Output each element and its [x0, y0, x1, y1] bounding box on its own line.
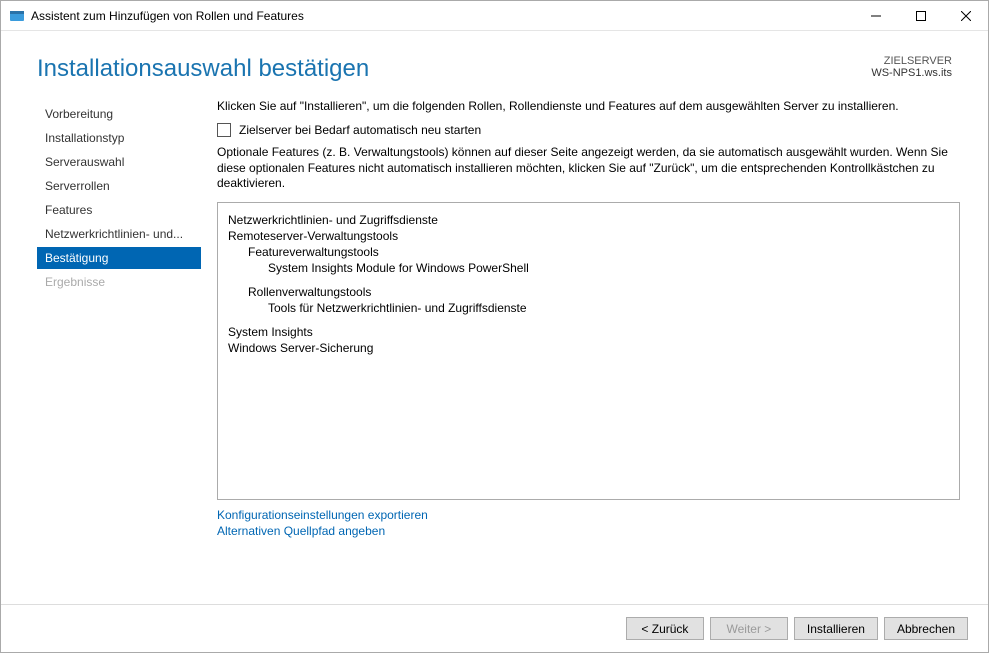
- server-name: WS-NPS1.ws.its: [871, 67, 952, 79]
- sidebar-item-label: Features: [45, 203, 92, 217]
- sidebar: Vorbereitung Installationstyp Serverausw…: [1, 95, 201, 576]
- feature-item: Windows Server-Sicherung: [228, 341, 949, 355]
- optional-features-text: Optionale Features (z. B. Verwaltungstoo…: [217, 145, 960, 192]
- links-area: Konfigurationseinstellungen exportieren …: [217, 508, 960, 540]
- wizard-footer: < Zurück Weiter > Installieren Abbrechen: [1, 604, 988, 652]
- export-config-link[interactable]: Konfigurationseinstellungen exportieren: [217, 508, 960, 522]
- app-icon: [9, 8, 25, 24]
- sidebar-item-label: Ergebnisse: [45, 275, 105, 289]
- sidebar-item-serverauswahl[interactable]: Serverauswahl: [37, 151, 201, 173]
- wizard-header: Installationsauswahl bestätigen ZIELSERV…: [1, 31, 988, 95]
- cancel-button[interactable]: Abbrechen: [884, 617, 968, 640]
- close-button[interactable]: [943, 1, 988, 31]
- feature-item: System Insights: [228, 325, 949, 339]
- sidebar-item-vorbereitung[interactable]: Vorbereitung: [37, 103, 201, 125]
- feature-item: Remoteserver-Verwaltungstools: [228, 229, 949, 243]
- target-server-info: ZIELSERVER WS-NPS1.ws.its: [871, 55, 952, 79]
- feature-item: Featureverwaltungstools: [248, 245, 949, 259]
- sidebar-item-label: Netzwerkrichtlinien- und...: [45, 227, 183, 241]
- features-list[interactable]: Netzwerkrichtlinien- und Zugriffsdienste…: [217, 202, 960, 500]
- server-label: ZIELSERVER: [871, 55, 952, 67]
- install-button[interactable]: Installieren: [794, 617, 878, 640]
- restart-checkbox-label: Zielserver bei Bedarf automatisch neu st…: [239, 123, 481, 137]
- sidebar-item-label: Serverauswahl: [45, 155, 124, 169]
- alt-sourcepath-link[interactable]: Alternativen Quellpfad angeben: [217, 524, 960, 538]
- sidebar-item-label: Installationstyp: [45, 131, 124, 145]
- sidebar-item-label: Vorbereitung: [45, 107, 113, 121]
- content-pane: Klicken Sie auf "Installieren", um die f…: [201, 95, 988, 576]
- restart-checkbox-row: Zielserver bei Bedarf automatisch neu st…: [217, 123, 960, 137]
- restart-checkbox[interactable]: [217, 123, 231, 137]
- sidebar-item-label: Bestätigung: [45, 251, 108, 265]
- window-title: Assistent zum Hinzufügen von Rollen und …: [31, 9, 304, 23]
- intro-text: Klicken Sie auf "Installieren", um die f…: [217, 99, 960, 113]
- sidebar-item-installationstyp[interactable]: Installationstyp: [37, 127, 201, 149]
- back-button[interactable]: < Zurück: [626, 617, 704, 640]
- minimize-button[interactable]: [853, 1, 898, 31]
- sidebar-item-serverrollen[interactable]: Serverrollen: [37, 175, 201, 197]
- feature-item: Tools für Netzwerkrichtlinien- und Zugri…: [268, 301, 949, 315]
- sidebar-item-bestaetigung[interactable]: Bestätigung: [37, 247, 201, 269]
- page-title: Installationsauswahl bestätigen: [37, 55, 369, 83]
- feature-item: Rollenverwaltungstools: [248, 285, 949, 299]
- feature-item: Netzwerkrichtlinien- und Zugriffsdienste: [228, 213, 949, 227]
- maximize-button[interactable]: [898, 1, 943, 31]
- next-button: Weiter >: [710, 617, 788, 640]
- sidebar-item-ergebnisse: Ergebnisse: [37, 271, 201, 293]
- sidebar-item-features[interactable]: Features: [37, 199, 201, 221]
- sidebar-item-netzwerkrichtlinien[interactable]: Netzwerkrichtlinien- und...: [37, 223, 201, 245]
- sidebar-item-label: Serverrollen: [45, 179, 110, 193]
- window-controls: [853, 1, 988, 31]
- titlebar: Assistent zum Hinzufügen von Rollen und …: [1, 1, 988, 31]
- feature-item: System Insights Module for Windows Power…: [268, 261, 949, 275]
- wizard-body: Vorbereitung Installationstyp Serverausw…: [1, 95, 988, 576]
